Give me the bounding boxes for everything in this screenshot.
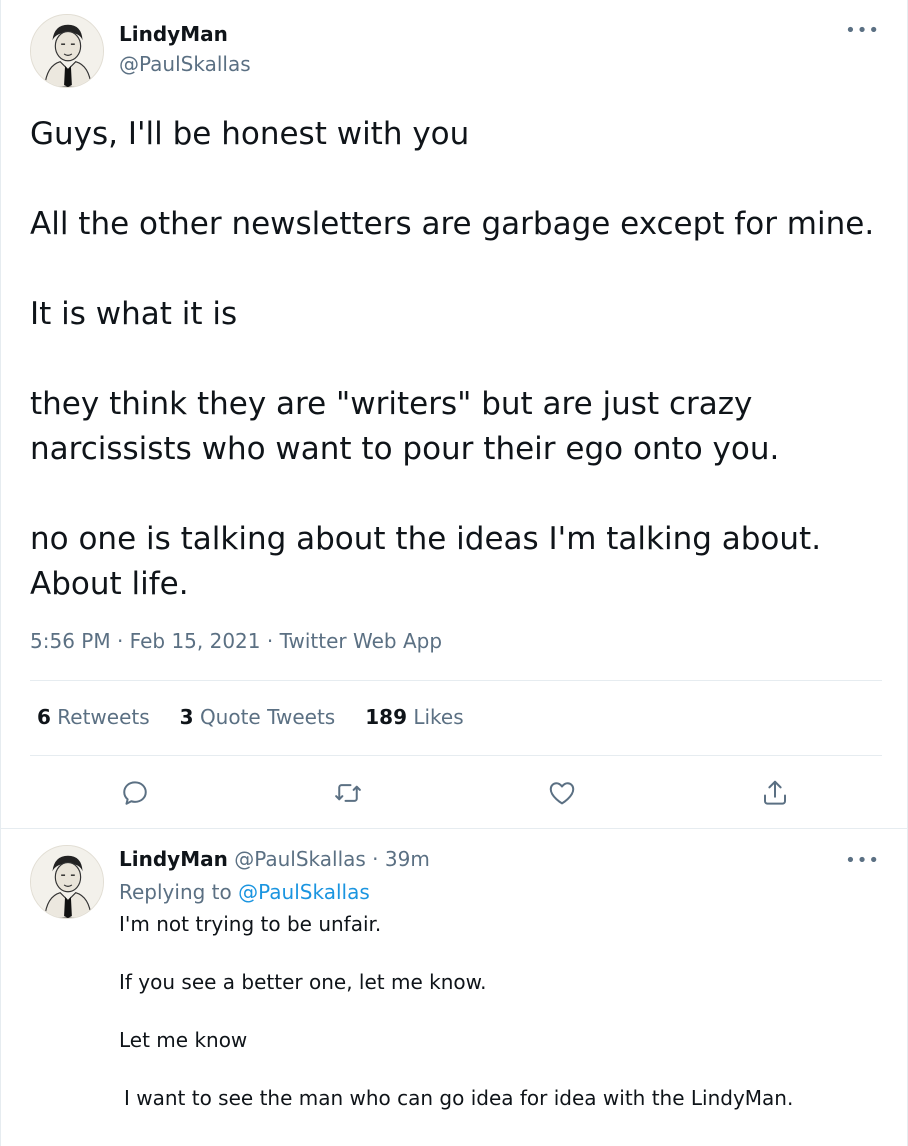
quote-tweets-stat[interactable]: 3 Quote Tweets [180, 705, 336, 729]
retweets-count: 6 [37, 705, 51, 729]
reply-separator: · [372, 847, 379, 871]
tweet-stats: 6 Retweets 3 Quote Tweets 189 Likes [37, 705, 464, 729]
reply-time[interactable]: 39m [385, 847, 430, 871]
reply-icon [123, 781, 147, 805]
tweet-text: Guys, I'll be honest with you All the ot… [30, 112, 880, 607]
like-button[interactable] [545, 776, 579, 810]
avatar-portrait-icon [31, 846, 103, 918]
tweet-paragraph: they think they are "writers" but are ju… [30, 386, 780, 467]
tweet-date[interactable]: Feb 15, 2021 [130, 629, 261, 653]
retweets-stat[interactable]: 6 Retweets [37, 705, 150, 729]
divider [30, 755, 882, 756]
likes-stat[interactable]: 189 Likes [365, 705, 463, 729]
retweet-icon [335, 784, 361, 802]
retweet-button[interactable] [331, 776, 365, 810]
thread-separator [0, 828, 908, 829]
reply-line: I'm not trying to be unfair. [119, 912, 382, 936]
tweet-paragraph: All the other newsletters are garbage ex… [30, 206, 875, 242]
reply-author-handle[interactable]: @PaulSkallas [234, 847, 366, 871]
tweet-paragraph: It is what it is [30, 296, 238, 332]
reply-line: I want to see the man who can go idea fo… [124, 1086, 794, 1110]
replying-to: Replying to @PaulSkallas [119, 880, 370, 904]
tweet-actions [0, 770, 908, 816]
reply-author-avatar[interactable] [30, 845, 104, 919]
tweet-meta: 5:56 PM · Feb 15, 2021 · Twitter Web App [30, 629, 442, 653]
reply-line: If you see a better one, let me know. [119, 970, 487, 994]
tweet-paragraph: Guys, I'll be honest with you [30, 116, 470, 152]
replying-prefix: Replying to [119, 880, 232, 904]
tweet-source[interactable]: Twitter Web App [280, 629, 442, 653]
reply-header: LindyMan @PaulSkallas · 39m [119, 847, 430, 871]
replying-to-link[interactable]: @PaulSkallas [238, 880, 370, 904]
reply-author-name[interactable]: LindyMan [119, 847, 228, 871]
author-handle[interactable]: @PaulSkallas [119, 52, 251, 76]
reply-more-options-icon[interactable]: ••• [845, 852, 880, 870]
author-name[interactable]: LindyMan [119, 22, 228, 46]
quotes-count: 3 [179, 705, 194, 729]
likes-label: Likes [413, 705, 464, 729]
reply-line: Let me know [119, 1028, 248, 1052]
share-icon [764, 780, 786, 805]
avatar-portrait-icon [31, 15, 103, 87]
more-options-icon[interactable]: ••• [845, 22, 880, 40]
likes-count: 189 [365, 705, 407, 729]
author-avatar[interactable] [30, 14, 104, 88]
tweet-paragraph: no one is talking about the ideas I'm ta… [30, 521, 822, 602]
divider [30, 680, 882, 681]
meta-separator: · [266, 629, 274, 653]
quotes-label: Quote Tweets [199, 705, 336, 729]
like-icon [549, 782, 575, 805]
share-button[interactable] [758, 776, 792, 810]
tweet-time[interactable]: 5:56 PM [30, 629, 111, 653]
meta-separator: · [116, 629, 124, 653]
reply-button[interactable] [118, 776, 152, 810]
retweets-label: Retweets [57, 705, 150, 729]
